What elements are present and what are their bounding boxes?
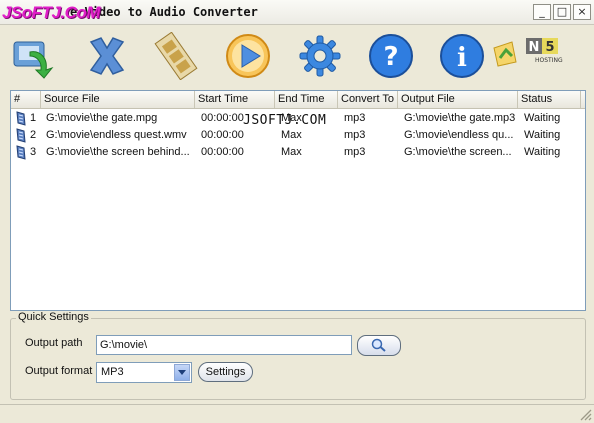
column-header-number[interactable]: #: [11, 91, 41, 108]
svg-text:?: ?: [383, 42, 398, 72]
convert-button[interactable]: [224, 32, 272, 80]
quick-settings-group: [10, 318, 586, 400]
edit-clip-button[interactable]: [152, 32, 200, 80]
options-button[interactable]: [296, 32, 344, 80]
add-files-button[interactable]: [10, 32, 58, 80]
column-header-output-file[interactable]: Output File: [398, 91, 518, 108]
table-row[interactable]: 3 G:\movie\the screen behind... 00:00:00…: [11, 144, 585, 161]
svg-text:i: i: [457, 43, 467, 73]
remove-x-icon: [89, 37, 125, 75]
row-number: 1: [30, 112, 37, 124]
list-header: # Source File Start Time End Time Conver…: [11, 91, 585, 109]
row-convert-to: mp3: [344, 146, 366, 158]
help-question-icon: ?: [369, 34, 413, 78]
quick-settings-title: Quick Settings: [16, 311, 91, 323]
column-header-start-time[interactable]: Start Time: [195, 91, 275, 108]
row-output-file: G:\movie\endless qu...: [404, 129, 514, 141]
row-source-file: G:\movie\endless quest.wmv: [46, 129, 187, 141]
watermark-text: JSOFTJ.COM: [243, 113, 327, 128]
add-files-icon: [13, 41, 54, 79]
column-header-status[interactable]: Status: [518, 91, 581, 108]
gear-icon: [299, 35, 341, 77]
row-convert-to: mp3: [344, 112, 366, 124]
video-file-icon: [16, 128, 26, 143]
jsoftj-logo: JSoFTJ.CoM: [2, 3, 100, 22]
row-status: Waiting: [524, 112, 561, 124]
row-start-time: 00:00:00: [201, 129, 244, 141]
output-path-label: Output path: [25, 337, 83, 349]
brand-text: HOSTING: [535, 57, 563, 64]
title-bar: e Video to Audio Converter JSoFTJ.CoM _ …: [0, 0, 594, 25]
close-button[interactable]: ×: [573, 4, 591, 20]
row-end-time: Max: [281, 146, 302, 158]
output-format-value: MP3: [101, 366, 124, 378]
dropdown-arrow-icon[interactable]: [174, 364, 190, 381]
status-bar: [0, 404, 594, 423]
column-header-source-file[interactable]: Source File: [41, 91, 195, 108]
maximize-button[interactable]: □: [553, 4, 571, 20]
row-source-file: G:\movie\the screen behind...: [46, 146, 190, 158]
row-status: Waiting: [524, 146, 561, 158]
remove-button[interactable]: [83, 32, 131, 80]
row-number: 2: [30, 129, 37, 141]
row-output-file: G:\movie\the screen...: [404, 146, 512, 158]
svg-text:N: N: [529, 40, 540, 55]
row-end-time: Max: [281, 129, 302, 141]
magnifier-icon: [371, 338, 386, 352]
row-convert-to: mp3: [344, 129, 366, 141]
play-icon: [226, 34, 270, 78]
table-row[interactable]: 2 G:\movie\endless quest.wmv 00:00:00 Ma…: [11, 127, 585, 144]
resize-grip-icon[interactable]: [578, 407, 592, 421]
help-button[interactable]: ?: [367, 32, 415, 80]
column-header-convert-to[interactable]: Convert To: [338, 91, 398, 108]
settings-button[interactable]: Settings: [198, 362, 253, 382]
row-source-file: G:\movie\the gate.mpg: [46, 112, 158, 124]
browse-button[interactable]: [357, 335, 401, 356]
video-file-icon: [16, 145, 26, 160]
row-output-file: G:\movie\the gate.mp3: [404, 112, 516, 124]
svg-text:5: 5: [545, 40, 554, 55]
video-file-icon: [16, 111, 26, 126]
column-header-end-time[interactable]: End Time: [275, 91, 338, 108]
output-format-label: Output format: [25, 365, 93, 377]
film-strip-icon: [154, 32, 198, 80]
row-start-time: 00:00:00: [201, 146, 244, 158]
output-format-select[interactable]: MP3: [96, 362, 192, 383]
row-status: Waiting: [524, 129, 561, 141]
output-path-input[interactable]: G:\movie\: [96, 335, 352, 355]
hosting-brand-logo: N 5 HOSTING: [490, 34, 574, 68]
row-number: 3: [30, 146, 37, 158]
about-button[interactable]: i: [438, 32, 486, 80]
info-icon: i: [440, 34, 484, 78]
toolbar: ? i N 5 HOSTING: [0, 24, 594, 90]
minimize-button[interactable]: _: [533, 4, 551, 20]
